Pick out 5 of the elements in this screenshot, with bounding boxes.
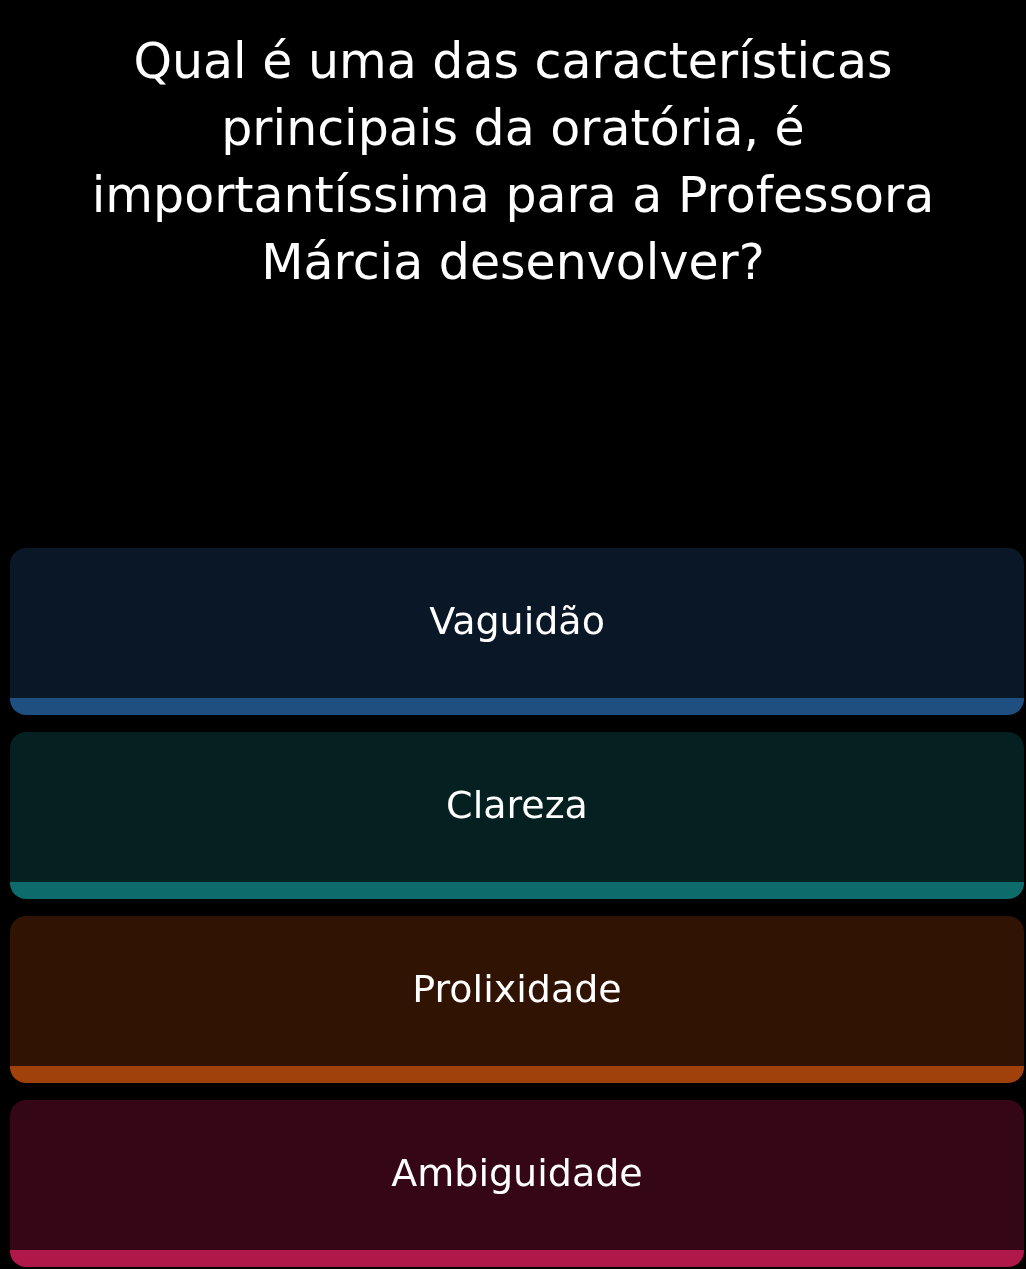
answer-button[interactable]: Prolixidade [10,916,1024,1083]
answer-button[interactable]: Vaguidão [10,548,1024,715]
answer-button[interactable]: Clareza [10,732,1024,899]
question-text: Qual é uma das características principais da oratória, é importantíssima para a Professora Márcia desenvolver? [90,32,936,293]
answer-button[interactable]: Ambiguidade [10,1100,1024,1267]
